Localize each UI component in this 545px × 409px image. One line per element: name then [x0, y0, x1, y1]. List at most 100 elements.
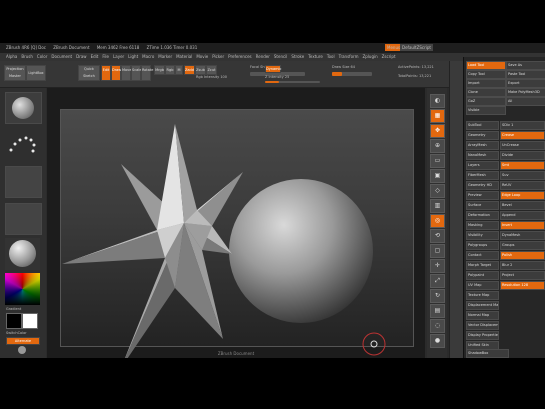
tool-sub-option[interactable]: Resolution 128: [500, 281, 545, 290]
solo-icon[interactable]: ●: [430, 334, 445, 348]
sphere-mesh[interactable]: [229, 179, 373, 323]
tool-section-layers[interactable]: Layers: [466, 161, 499, 170]
menu-item-color[interactable]: Color: [37, 54, 47, 59]
move-button[interactable]: Move: [121, 65, 131, 81]
viewport-3d[interactable]: [47, 88, 425, 358]
tool-section-nanomesh[interactable]: NanoMesh: [466, 151, 499, 160]
tool-sub-option[interactable]: UnCrease: [500, 141, 545, 150]
tool-sub-option[interactable]: Suv: [500, 171, 545, 180]
tool-section-surface[interactable]: Surface: [466, 201, 499, 210]
menu-item-draw[interactable]: Draw: [76, 54, 86, 59]
rotate-icon[interactable]: ↻: [430, 289, 445, 303]
tool-sub-option[interactable]: Insert: [500, 221, 545, 230]
menu-item-picker[interactable]: Picker: [212, 54, 224, 59]
tool-section-geometry-hd[interactable]: Geometry HD: [466, 181, 499, 190]
stroke-thumbnail[interactable]: [5, 128, 40, 158]
menu-item-zplugin[interactable]: Zplugin: [363, 54, 378, 59]
tool-section-polypaint[interactable]: Polypaint: [466, 271, 499, 280]
rotate-button[interactable]: Rotate: [141, 65, 153, 81]
menu-item-brush[interactable]: Brush: [21, 54, 33, 59]
projection-master-button[interactable]: Projection Master: [4, 65, 26, 81]
zsub-button[interactable]: Zsub: [195, 65, 206, 75]
tool-section-masking[interactable]: Masking: [466, 221, 499, 230]
tool-export-button[interactable]: Export: [506, 79, 545, 88]
tool-save-as-button[interactable]: Save As: [506, 61, 545, 70]
zoom-icon[interactable]: ⊕: [430, 139, 445, 153]
z-intensity-slider[interactable]: [265, 81, 320, 83]
brush-thumbnail[interactable]: [5, 92, 42, 124]
zadd-button[interactable]: Zadd: [184, 65, 195, 75]
tool-sub-option[interactable]: DynaMesh: [500, 231, 545, 240]
tool-sub-option[interactable]: Groups: [500, 241, 545, 250]
draw-size-slider[interactable]: [332, 72, 372, 76]
lightbox-button[interactable]: LightBox: [26, 65, 46, 81]
menu-item-marker[interactable]: Marker: [158, 54, 172, 59]
tool-sub-option[interactable]: Polish: [500, 251, 545, 260]
tool-sub-option[interactable]: Blur 2: [500, 261, 545, 270]
spix-3-icon[interactable]: ▦: [430, 109, 445, 123]
tool-section-subtool[interactable]: SubTool: [466, 121, 499, 130]
local-icon[interactable]: ◎: [430, 214, 445, 228]
tool-section-arraymesh[interactable]: ArrayMesh: [466, 141, 499, 150]
scale-icon[interactable]: ⤢: [430, 274, 445, 288]
tool-section-displacement-map[interactable]: Displacement Map: [466, 301, 499, 310]
frame-icon[interactable]: ▢: [430, 244, 445, 258]
tool-section-texture-map[interactable]: Texture Map: [466, 291, 499, 300]
menu-item-alpha[interactable]: Alpha: [6, 54, 17, 59]
edit-button[interactable]: Edit: [101, 65, 111, 81]
bpr-icon[interactable]: ◐: [430, 94, 445, 108]
menu-item-texture[interactable]: Texture: [308, 54, 323, 59]
tool-sub-option[interactable]: Smt: [500, 161, 545, 170]
tool-sub-option[interactable]: Divide: [500, 151, 545, 160]
tool-sub-option[interactable]: Edge Loop: [500, 191, 545, 200]
tool-section-vector-displacement-map[interactable]: Vector Displacement Map: [466, 321, 499, 330]
tool-section-fibermesh[interactable]: FiberMesh: [466, 171, 499, 180]
tool-load-tool-button[interactable]: Load Tool: [466, 61, 506, 70]
aahalf-icon[interactable]: ▣: [430, 169, 445, 183]
polyf-icon[interactable]: ▤: [430, 304, 445, 318]
zcut-button[interactable]: Zcut: [206, 65, 217, 75]
menu-item-material[interactable]: Material: [176, 54, 192, 59]
menu-item-document[interactable]: Document: [51, 54, 72, 59]
right-tray-divider[interactable]: [449, 61, 464, 358]
tool-section-polygroups[interactable]: Polygroups: [466, 241, 499, 250]
scale-button[interactable]: Scale: [131, 65, 141, 81]
menu-item-light[interactable]: Light: [128, 54, 138, 59]
tool-sub-option[interactable]: Bevel: [500, 201, 545, 210]
alpha-thumbnail[interactable]: [5, 166, 42, 198]
shadowbox-button[interactable]: ShadowBox: [466, 349, 509, 358]
tool-section-visibility[interactable]: Visibility: [466, 231, 499, 240]
tool-section-geometry[interactable]: Geometry: [466, 131, 499, 140]
default-zscript-button[interactable]: DefaultZScript: [400, 44, 433, 51]
tool-visible-button[interactable]: Visible: [466, 106, 506, 115]
tool-sub-option[interactable]: Append: [500, 211, 545, 220]
draw-button[interactable]: Draw: [111, 65, 121, 81]
menu-item-tool[interactable]: Tool: [327, 54, 335, 59]
tool-copy-tool-button[interactable]: Copy Tool: [466, 70, 506, 79]
scroll-icon[interactable]: ✥: [430, 124, 445, 138]
mrgb-button[interactable]: Mrgb: [154, 65, 165, 75]
tool-all-button[interactable]: All: [506, 97, 545, 106]
secondary-color-swatch[interactable]: [6, 313, 22, 329]
menu-item-preferences[interactable]: Preferences: [228, 54, 252, 59]
tool-sub-option[interactable]: ReUV: [500, 181, 545, 190]
tool-section-contact[interactable]: Contact: [466, 251, 499, 260]
menu-item-edit[interactable]: Edit: [91, 54, 99, 59]
floor-icon[interactable]: ▥: [430, 199, 445, 213]
tool-section-normal-map[interactable]: Normal Map: [466, 311, 499, 320]
material-thumbnail[interactable]: [5, 238, 40, 270]
tool-section-morph-target[interactable]: Morph Target: [466, 261, 499, 270]
persp-icon[interactable]: ◇: [430, 184, 445, 198]
tool-clone-button[interactable]: Clone: [466, 88, 506, 97]
tool-section-uv-map[interactable]: UV Map: [466, 281, 499, 290]
alternate-button[interactable]: Alternate: [6, 337, 40, 345]
tool-import-button[interactable]: Import: [466, 79, 506, 88]
m-button[interactable]: M: [175, 65, 183, 75]
dynamic-button[interactable]: Dynamic: [265, 65, 281, 73]
menu-item-macro[interactable]: Macro: [142, 54, 154, 59]
menu-item-zscript[interactable]: Zscript: [382, 54, 396, 59]
transp-icon[interactable]: ◌: [430, 319, 445, 333]
menu-item-stencil[interactable]: Stencil: [274, 54, 288, 59]
menu-item-stroke[interactable]: Stroke: [291, 54, 304, 59]
quick-sketch-button[interactable]: Quick Sketch: [78, 65, 100, 81]
